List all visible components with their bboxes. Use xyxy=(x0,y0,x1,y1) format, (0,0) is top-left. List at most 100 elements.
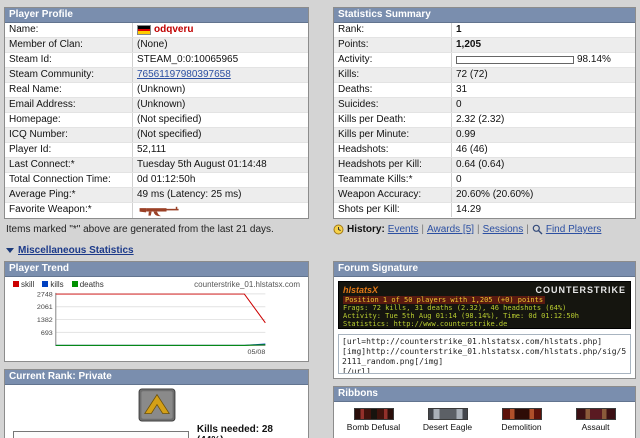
row-value: 0 xyxy=(456,174,462,185)
triangle-down-icon xyxy=(6,248,14,253)
row-value: 76561197980397658 xyxy=(133,68,308,82)
table-row: Steam Id: STEAM_0:0:10065965 xyxy=(5,52,308,67)
row-value: 49 ms (Latency: 25 ms) xyxy=(137,189,242,200)
sessions-link[interactable]: Sessions xyxy=(483,224,524,235)
legend-marker-kills xyxy=(42,281,49,287)
row-value: 0d 01:12:50h xyxy=(137,174,196,185)
row-value: 20.60% (20.60%) xyxy=(456,189,534,200)
row-label: Suicides: xyxy=(334,98,452,112)
row-label: Teammate Kills:* xyxy=(334,173,452,187)
row-label: Points: xyxy=(334,38,452,52)
activity-percent: 98.14% xyxy=(577,54,611,65)
row-label: Last Connect:* xyxy=(5,158,133,172)
left-stack: Player Trend skill kills deaths counters… xyxy=(4,261,309,438)
table-row: Suicides: 0 xyxy=(334,97,635,112)
activity-progress-bar xyxy=(456,56,574,64)
search-icon xyxy=(532,224,543,235)
ak47-icon xyxy=(139,206,179,217)
bottom-row: Player Trend skill kills deaths counters… xyxy=(4,261,636,438)
row-label: Average Ping:* xyxy=(5,188,133,202)
table-row: Real Name: (Unknown) xyxy=(5,82,308,97)
svg-text:1382: 1382 xyxy=(37,317,53,324)
row-label: Kills per Death: xyxy=(334,113,452,127)
counterstrike-logo: COUNTERSTRIKE xyxy=(535,285,626,295)
legend-item: deaths xyxy=(71,280,104,289)
find-players-link[interactable]: Find Players xyxy=(546,224,602,235)
misc-statistics-link[interactable]: Miscellaneous Statistics xyxy=(18,245,134,256)
bbcode-textbox[interactable]: [url=http://counterstrike_01.hlstatsx.co… xyxy=(338,334,631,374)
row-label: ICQ Number: xyxy=(5,128,133,142)
row-value: 52,111 xyxy=(137,144,167,155)
hlstatsx-logo: hlstatsX xyxy=(343,285,379,295)
awards-link[interactable]: Awards [5] xyxy=(427,224,474,235)
row-value: 0.99 xyxy=(456,129,476,140)
legend-label: kills xyxy=(50,280,64,289)
ribbon-image xyxy=(575,408,616,420)
row-label: Real Name: xyxy=(5,83,133,97)
row-value: STEAM_0:0:10065965 xyxy=(137,54,239,65)
table-row: Average Ping:* 49 ms (Latency: 25 ms) xyxy=(5,187,308,202)
ribbon-image xyxy=(353,408,394,420)
signature-line: Statistics: http://www.counterstrike.de xyxy=(343,320,508,328)
legend-label: deaths xyxy=(79,280,104,289)
signature-banner: hlstatsX COUNTERSTRIKE Position 1 of 50 … xyxy=(338,281,631,329)
svg-text:2748: 2748 xyxy=(37,291,53,298)
separator: | xyxy=(526,224,529,235)
ribbon: Demolition xyxy=(486,408,557,432)
ribbon: Assault xyxy=(560,408,631,432)
player-profile-panel: Player Profile Name: odqveru Member of C… xyxy=(4,7,309,219)
signature-line: Position 1 of 50 players with 1,205 (+0)… xyxy=(343,296,546,304)
legend-item: skill xyxy=(13,280,34,289)
ribbon-image xyxy=(501,408,542,420)
row-label: Member of Clan: xyxy=(5,38,133,52)
svg-text:693: 693 xyxy=(41,330,53,337)
top-row: Player Profile Name: odqveru Member of C… xyxy=(4,7,636,219)
current-rank-title: Current Rank: Private xyxy=(5,370,308,385)
history-label: History: xyxy=(347,224,385,235)
row-value: Tuesday 5th August 01:14:48 xyxy=(137,159,267,170)
player-profile-title: Player Profile xyxy=(5,8,308,23)
row-label: Kills per Minute: xyxy=(334,128,452,142)
table-row: Member of Clan: (None) xyxy=(5,37,308,52)
chart-legend: skill kills deaths counterstrike_01.hlst… xyxy=(9,280,304,289)
row-value: (Unknown) xyxy=(137,99,186,110)
row-value: (Unknown) xyxy=(137,84,186,95)
events-link[interactable]: Events xyxy=(388,224,419,235)
row-label: Steam Community: xyxy=(5,68,133,82)
legend-item: kills xyxy=(42,280,64,289)
row-value: (Not specified) xyxy=(137,129,202,140)
legend-marker-skill xyxy=(13,281,19,287)
ribbon-image xyxy=(427,408,468,420)
row-label: Homepage: xyxy=(5,113,133,127)
row-label: Weapon Accuracy: xyxy=(334,188,452,202)
table-row: Headshots: 46 (46) xyxy=(334,142,635,157)
footnote: Items marked "*" above are generated fro… xyxy=(6,224,274,235)
table-row: Last Connect:* Tuesday 5th August 01:14:4… xyxy=(5,157,308,172)
trend-chart-svg: 2748 2061 1382 693 05/08 xyxy=(37,291,266,356)
legend-marker-deaths xyxy=(71,281,78,287)
mid-row: Items marked "*" above are generated fro… xyxy=(4,224,636,235)
signature-line: Activity: Tue 5th Aug 01:14 (98.14%), Ti… xyxy=(343,312,580,320)
row-label: Steam Id: xyxy=(5,53,133,67)
current-rank-panel: Current Rank: Private Kills needed: 28 (… xyxy=(4,369,309,438)
player-trend-title: Player Trend xyxy=(5,262,308,277)
table-row: Teammate Kills:* 0 xyxy=(334,172,635,187)
table-row: Player Id: 52,111 xyxy=(5,142,308,157)
table-row: Deaths: 31 xyxy=(334,82,635,97)
svg-text:05/08: 05/08 xyxy=(248,349,266,356)
germany-flag-icon xyxy=(137,25,151,35)
trend-chart: skill kills deaths counterstrike_01.hlst… xyxy=(5,277,308,361)
table-row: Kills per Minute: 0.99 xyxy=(334,127,635,142)
table-row: Name: odqveru xyxy=(5,23,308,37)
row-label: Headshots: xyxy=(334,143,452,157)
table-row: Weapon Accuracy: 20.60% (20.60%) xyxy=(334,187,635,202)
row-label: Favorite Weapon:* xyxy=(5,203,133,218)
rank-insignia-icon xyxy=(138,388,175,422)
chart-title: counterstrike_01.hlstatsx.com xyxy=(194,280,300,289)
hlstatsx-player-page: Player Profile Name: odqveru Member of C… xyxy=(0,0,640,438)
row-label: Name: xyxy=(5,23,133,37)
steam-community-link[interactable]: 76561197980397658 xyxy=(137,69,231,81)
row-label: Deaths: xyxy=(334,83,452,97)
row-label: Shots per Kill: xyxy=(334,203,452,217)
misc-statistics-row: Miscellaneous Statistics xyxy=(6,245,636,256)
